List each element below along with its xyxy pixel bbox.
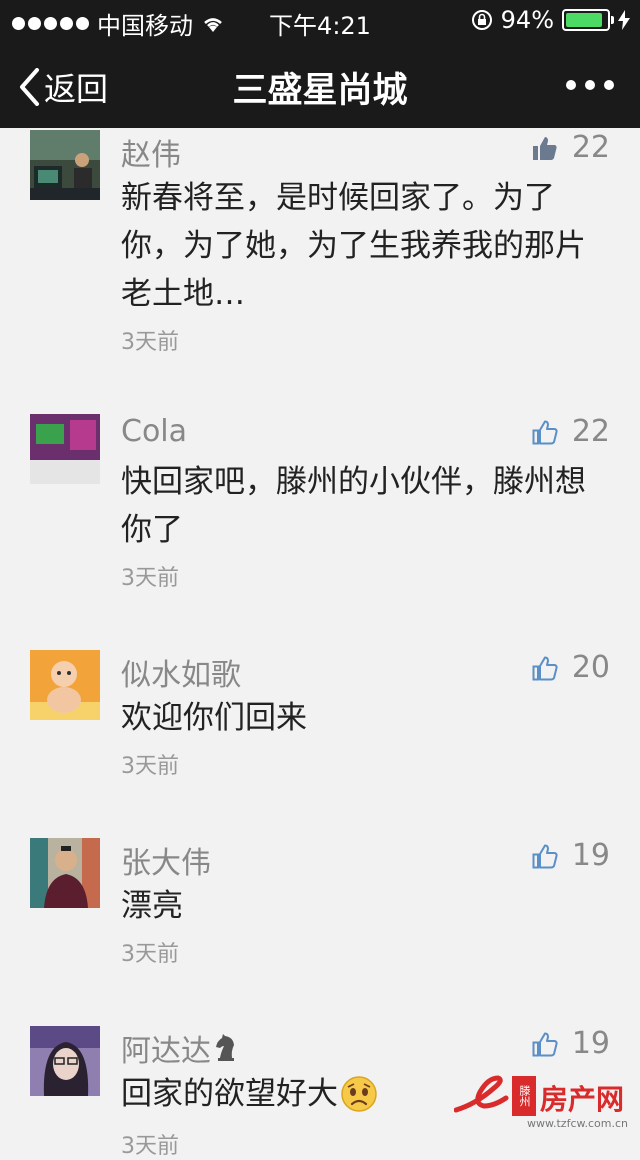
comment-text-line: 漂亮 — [121, 888, 183, 924]
more-dots-icon[interactable] — [566, 80, 614, 90]
status-bar: 中国移动 下午4:21 94% — [0, 0, 640, 40]
comment-author: Cola — [121, 414, 188, 449]
like-button[interactable]: 19 — [532, 1026, 610, 1061]
comment-text-line: 新春将至，是时候回家了。为了 — [121, 180, 555, 216]
like-button[interactable]: 20 — [532, 650, 610, 685]
comment-author: 赵伟 — [121, 138, 181, 173]
watermark-url: www.tzfcw.com.cn — [527, 1117, 628, 1130]
like-count: 19 — [571, 1026, 610, 1061]
watermark-logo: 滕州 房产网 www.tzfcw.com.cn — [454, 1072, 634, 1132]
like-count: 22 — [571, 130, 610, 165]
thumbs-up-icon — [532, 1032, 558, 1056]
like-button[interactable]: 22 — [532, 414, 610, 449]
comment-author: 阿达达 — [121, 1026, 237, 1070]
comment-text-line: 你了 — [121, 512, 183, 548]
like-count: 19 — [571, 838, 610, 873]
swoosh-e-logo-icon — [454, 1075, 509, 1113]
comment-text-line: 欢迎你们回来 — [121, 700, 307, 736]
comment-time: 3天前 — [121, 566, 179, 591]
chess-knight-icon — [216, 1034, 234, 1061]
like-count: 22 — [571, 414, 610, 449]
comment-text-line: 回家的欲望好大 — [121, 1076, 338, 1112]
comment-text: 新春将至，是时候回家了。为了 你，为了她，为了生我养我的那片 老土地… — [121, 174, 611, 318]
comment-text: 快回家吧，滕州的小伙伴，滕州想 你了 — [121, 458, 611, 554]
thumbs-up-icon — [532, 420, 558, 444]
comment-text-line: 老土地… — [121, 276, 245, 312]
comment-text-line: 快回家吧，滕州的小伙伴，滕州想 — [121, 464, 586, 500]
rotation-lock-icon — [471, 10, 492, 30]
page-title: 三盛星尚城 — [232, 71, 408, 111]
thumbs-up-icon — [532, 844, 558, 868]
like-button[interactable]: 22 — [532, 130, 610, 165]
charging-bolt-icon — [618, 10, 630, 30]
watermark-badge: 滕州 — [512, 1076, 536, 1116]
watermark-name: 房产网 — [539, 1083, 624, 1116]
avatar[interactable] — [30, 130, 100, 200]
comment-time: 3天前 — [121, 330, 179, 355]
avatar[interactable] — [30, 1026, 100, 1096]
comment-author-name: 阿达达 — [121, 1034, 211, 1069]
avatar[interactable] — [30, 414, 100, 484]
comment-time: 3天前 — [121, 1134, 179, 1159]
comment-author: 似水如歌 — [121, 658, 241, 693]
battery-icon — [562, 9, 614, 31]
like-button[interactable]: 19 — [532, 838, 610, 873]
comment-time: 3天前 — [121, 942, 179, 967]
comment-time: 3天前 — [121, 754, 179, 779]
sad-face-emoji-icon — [341, 1076, 377, 1112]
avatar[interactable] — [30, 650, 100, 720]
avatar[interactable] — [30, 838, 100, 908]
comment-author: 张大伟 — [121, 846, 211, 881]
status-right: 94% — [471, 6, 630, 34]
battery-percent: 94% — [500, 6, 554, 34]
like-count: 20 — [571, 650, 610, 685]
comment-text-line: 你，为了她，为了生我养我的那片 — [121, 228, 586, 264]
comment-text: 欢迎你们回来 — [121, 694, 611, 742]
nav-bar: 返回 三盛星尚城 — [0, 40, 640, 128]
comment-text: 漂亮 — [121, 882, 611, 930]
thumbs-up-filled-icon — [532, 136, 557, 160]
thumbs-up-icon — [532, 656, 558, 680]
